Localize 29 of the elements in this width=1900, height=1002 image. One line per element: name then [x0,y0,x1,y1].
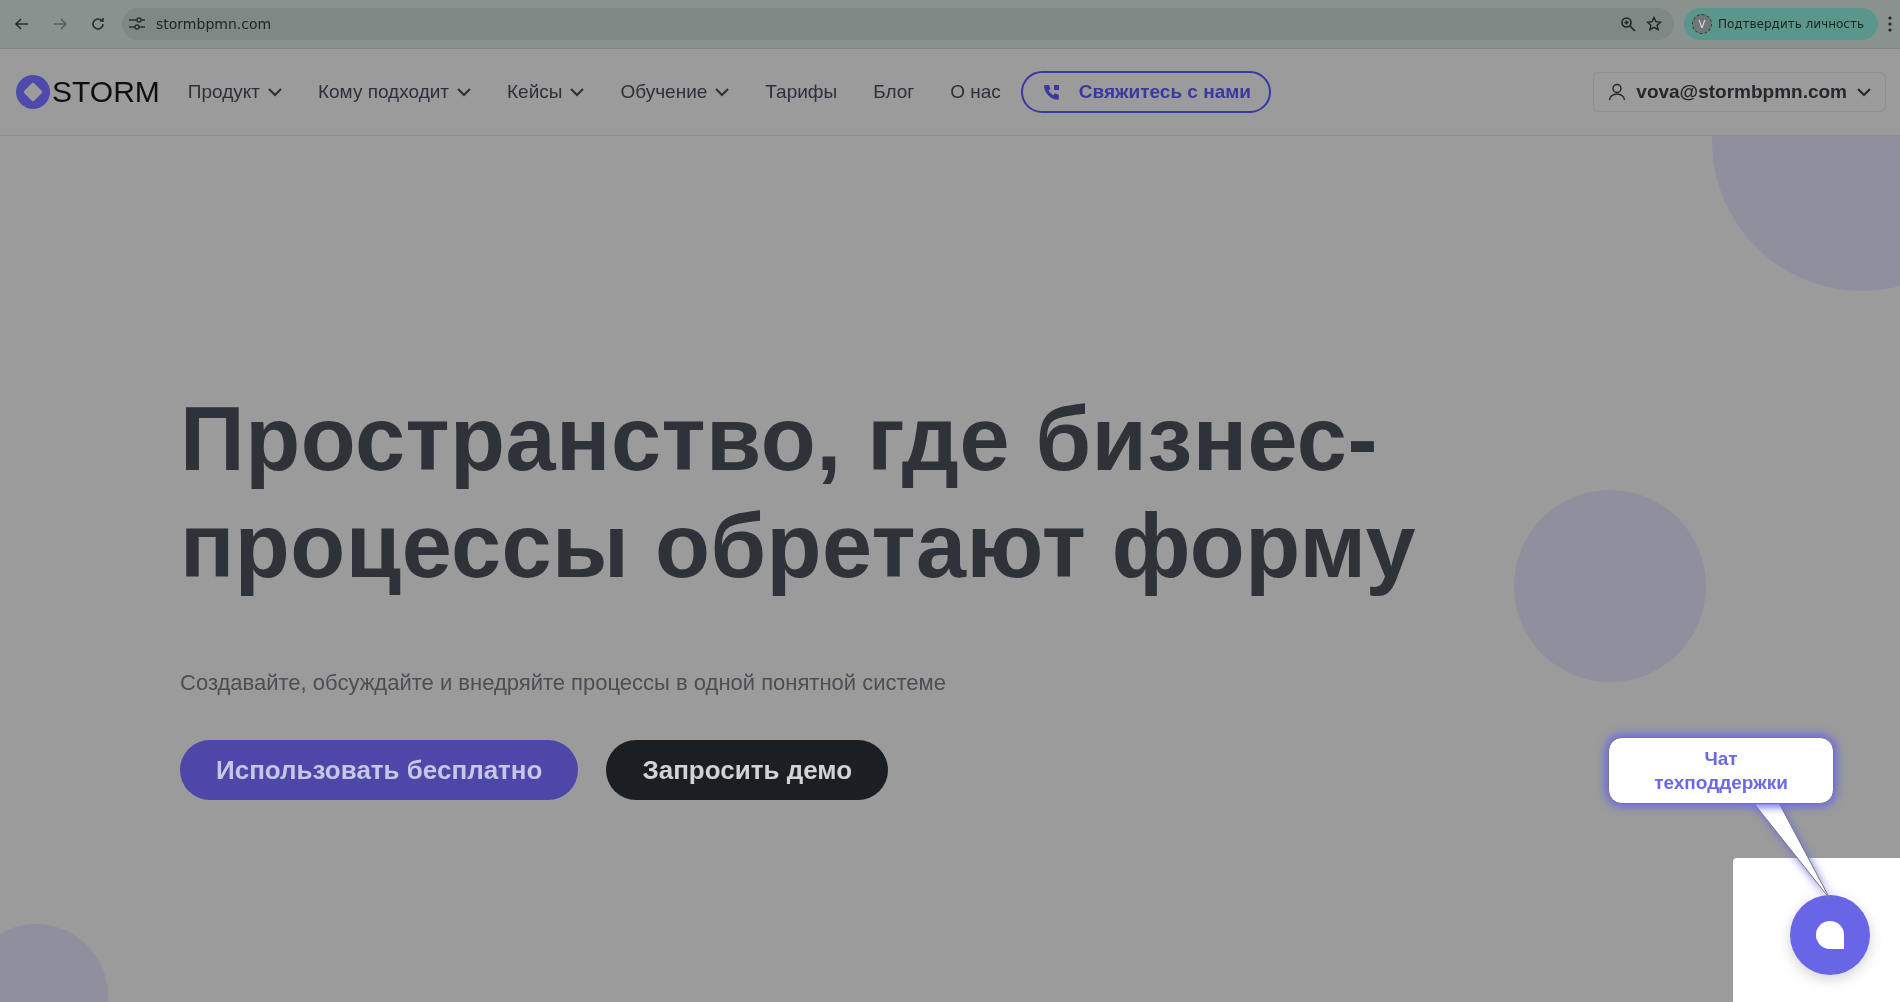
menu-icon[interactable] [1888,16,1892,32]
url-text: stormbpmn.com [156,16,273,32]
nav-link[interactable]: Обучение [620,81,730,103]
nav-link[interactable]: О нас [950,81,1001,103]
star-icon[interactable] [1645,16,1662,32]
profile-button[interactable]: V Подтвердить личность [1683,8,1878,40]
hero-title: Пространство, где бизнес- процессы обретают форму [180,388,1416,598]
phone-icon [1042,83,1061,101]
logo-text[interactable]: STORM [52,75,160,109]
logo-icon [16,75,50,109]
nav-link[interactable]: Продукт [187,81,282,103]
account-menu[interactable]: vova@stormbpmn.com [1593,72,1886,112]
site-settings-icon[interactable] [128,17,146,31]
nav-link[interactable]: Блог [873,81,915,103]
user-icon [1608,83,1627,101]
chat-bubble-icon [1815,920,1845,950]
free-trial-button[interactable]: Использовать бесплатно [180,740,579,800]
callout-text: Чат техподдержки [1653,746,1789,795]
profile-label: Подтвердить личность [1717,17,1864,31]
nav-link[interactable]: Кому подходит [318,81,472,103]
contact-button[interactable]: Свяжитесь с нами [1020,71,1271,113]
hero-subtitle: Создавайте, обсуждайте и внедряйте процессы в одной понятной системе [180,670,946,696]
address-bar[interactable]: stormbpmn.com [122,8,1674,40]
nav-link[interactable]: Кейсы [507,81,585,103]
demo-button[interactable]: Запросить демо [606,740,889,800]
zoom-icon[interactable] [1619,16,1636,32]
nav-link[interactable]: Тарифы [765,81,838,103]
avatar-badge: V [1691,14,1712,34]
chevron-down-icon [1857,87,1871,97]
